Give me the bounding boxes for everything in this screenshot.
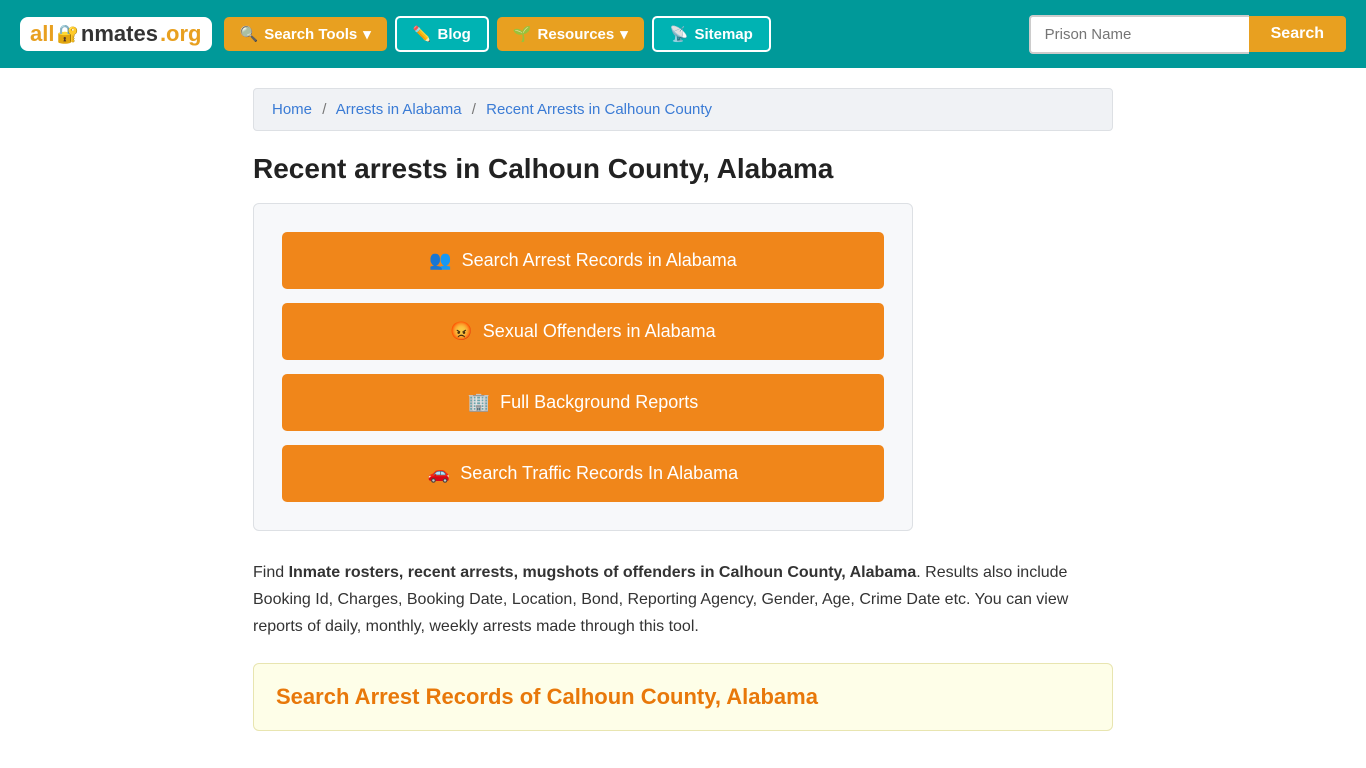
main-header: all🔐nmates.org 🔍 Search Tools ▾ ✏️ Blog … [0,0,1366,68]
sitemap-icon: 📡 [670,25,689,43]
description-bold: Inmate rosters, recent arrests, mugshots… [289,564,917,581]
prison-search-button[interactable]: Search [1249,16,1346,52]
nav-resources[interactable]: 🌱 Resources ▾ [497,17,644,51]
arrest-records-button[interactable]: 👥 Search Arrest Records in Alabama [282,232,884,289]
nav-search-tools[interactable]: 🔍 Search Tools ▾ [224,17,387,51]
blog-icon: ✏️ [413,25,432,43]
dropdown-arrow-icon-2: ▾ [620,25,628,43]
logo-org: .org [160,21,202,47]
sexual-offenders-label: Sexual Offenders in Alabama [483,321,716,342]
resources-icon: 🌱 [513,25,532,43]
nav-resources-label: Resources [538,26,615,43]
traffic-records-button[interactable]: 🚗 Search Traffic Records In Alabama [282,445,884,502]
header-search: Search [1029,15,1346,54]
logo-icon: 🔐 [56,24,78,45]
site-logo[interactable]: all🔐nmates.org [20,17,212,51]
description-text: Find Inmate rosters, recent arrests, mug… [253,559,1113,641]
main-nav: 🔍 Search Tools ▾ ✏️ Blog 🌱 Resources ▾ 📡… [224,16,1017,52]
arrest-records-label: Search Arrest Records in Alabama [462,250,737,271]
nav-sitemap-label: Sitemap [694,26,752,43]
arrest-records-icon: 👥 [429,250,451,271]
breadcrumb-home[interactable]: Home [272,101,312,118]
search-records-section: Search Arrest Records of Calhoun County,… [253,663,1113,731]
search-tools-icon: 🔍 [240,25,259,43]
main-content: Home / Arrests in Alabama / Recent Arres… [223,68,1143,751]
nav-sitemap[interactable]: 📡 Sitemap [652,16,771,52]
action-buttons-container: 👥 Search Arrest Records in Alabama 😡 Sex… [253,203,913,531]
nav-blog[interactable]: ✏️ Blog [395,16,489,52]
page-title: Recent arrests in Calhoun County, Alabam… [253,153,1113,185]
dropdown-arrow-icon: ▾ [363,25,371,43]
breadcrumb-sep-2: / [472,101,476,118]
breadcrumb: Home / Arrests in Alabama / Recent Arres… [253,88,1113,131]
sexual-offenders-icon: 😡 [450,321,472,342]
search-section-title: Search Arrest Records of Calhoun County,… [276,684,1090,710]
logo-all: all [30,21,54,47]
nav-blog-label: Blog [438,26,471,43]
background-reports-label: Full Background Reports [500,392,698,413]
background-reports-icon: 🏢 [468,392,490,413]
description-prefix: Find [253,564,289,581]
traffic-records-label: Search Traffic Records In Alabama [460,463,738,484]
breadcrumb-current: Recent Arrests in Calhoun County [486,101,712,118]
background-reports-button[interactable]: 🏢 Full Background Reports [282,374,884,431]
breadcrumb-sep-1: / [322,101,326,118]
sexual-offenders-button[interactable]: 😡 Sexual Offenders in Alabama [282,303,884,360]
nav-search-tools-label: Search Tools [264,26,357,43]
breadcrumb-arrests-alabama[interactable]: Arrests in Alabama [336,101,462,118]
logo-inmates: nmates [81,21,158,47]
prison-search-input[interactable] [1029,15,1249,54]
traffic-records-icon: 🚗 [428,463,450,484]
